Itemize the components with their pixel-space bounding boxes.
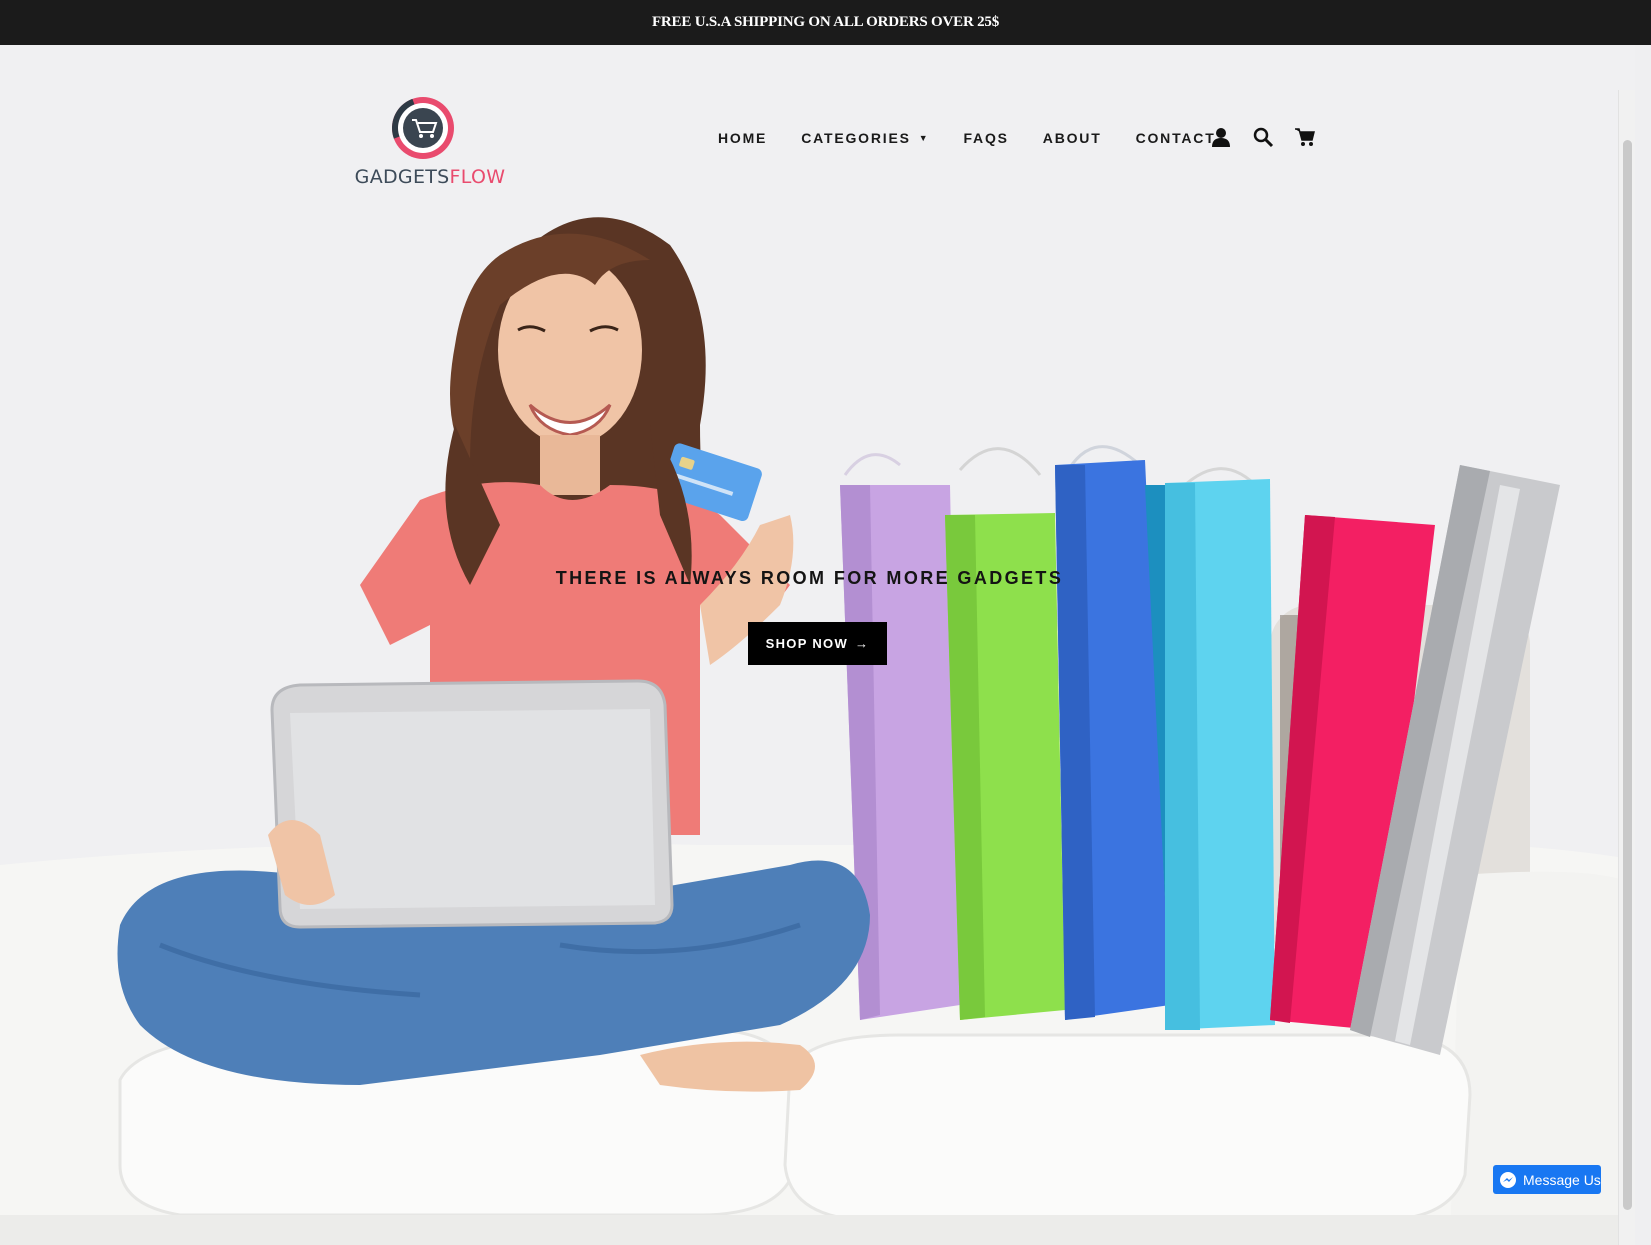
brand-wordmark[interactable]: GADGETSFLOW — [350, 166, 510, 188]
brand-name-part1: GADGETS — [354, 166, 450, 188]
messenger-button[interactable]: Message Us — [1493, 1165, 1601, 1194]
nav-categories[interactable]: CATEGORIES ▼ — [801, 130, 929, 146]
nav-about[interactable]: ABOUT — [1043, 130, 1102, 146]
announcement-bar: FREE U.S.A SHIPPING ON ALL ORDERS OVER 2… — [0, 0, 1651, 45]
header-icons — [1210, 126, 1316, 148]
hero-overlay: THERE IS ALWAYS ROOM FOR MORE GADGETS — [0, 568, 1635, 589]
nav-faqs[interactable]: FAQS — [963, 130, 1008, 146]
main-nav: HOME CATEGORIES ▼ FAQS ABOUT CONTACT — [718, 130, 1250, 146]
brand-name-part2: FLOW — [449, 166, 506, 188]
shop-now-button[interactable]: SHOP NOW → — [748, 622, 887, 665]
search-icon[interactable] — [1252, 126, 1274, 148]
messenger-icon — [1500, 1171, 1516, 1188]
shop-now-label: SHOP NOW — [765, 636, 849, 651]
scrollbar-thumb[interactable] — [1623, 140, 1632, 1210]
caret-down-icon: ▼ — [918, 133, 930, 143]
arrow-right-icon: → — [855, 636, 870, 651]
nav-contact[interactable]: CONTACT — [1136, 130, 1216, 146]
hero-tagline: THERE IS ALWAYS ROOM FOR MORE GADGETS — [555, 568, 1064, 588]
account-icon[interactable] — [1210, 126, 1232, 148]
cart-icon[interactable] — [1294, 126, 1316, 148]
nav-categories-label: CATEGORIES — [801, 130, 911, 146]
scrollbar[interactable] — [1618, 90, 1635, 1245]
messenger-label: Message Us — [1523, 1171, 1601, 1188]
nav-home[interactable]: HOME — [718, 130, 767, 146]
announcement-text: FREE U.S.A SHIPPING ON ALL ORDERS OVER 2… — [651, 14, 1000, 30]
